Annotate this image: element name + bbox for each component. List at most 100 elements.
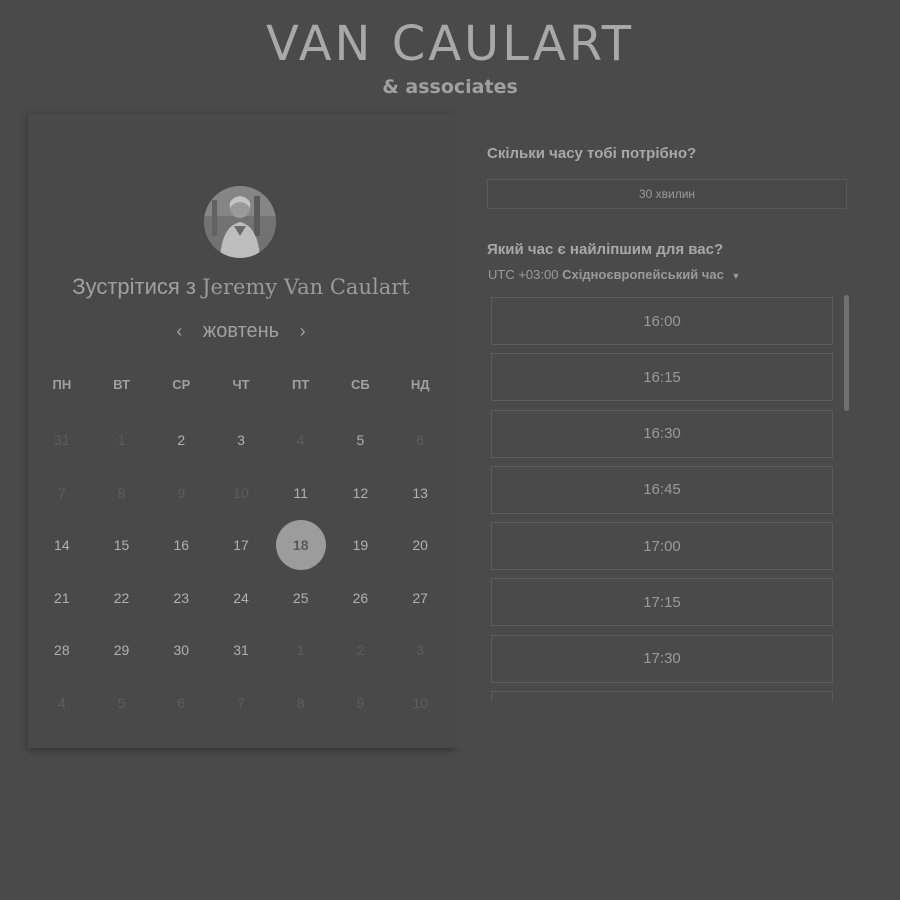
calendar-day-number: 9 <box>177 484 186 501</box>
calendar-day-selected[interactable]: 18 <box>271 519 331 572</box>
weekday-label: НД <box>410 377 430 392</box>
calendar-day[interactable]: 21 <box>32 572 92 625</box>
calendar-day[interactable]: 17 <box>211 519 271 572</box>
calendar-day: 9 <box>151 467 211 520</box>
calendar-day-number: 5 <box>117 694 126 711</box>
avatar <box>204 186 276 258</box>
month-navigation: ‹ жовтень › <box>28 320 454 343</box>
meeting-prefix: Зустрітися з <box>72 274 197 299</box>
calendar-day: 6 <box>151 677 211 730</box>
time-slot-button[interactable]: 16:45 <box>491 465 833 514</box>
caret-down-icon: ▼ <box>731 271 741 281</box>
calendar-day-number: 6 <box>416 432 425 449</box>
calendar-day[interactable]: 2 <box>151 414 211 467</box>
calendar-day-number: 1 <box>117 432 126 449</box>
calendar-day[interactable]: 13 <box>390 467 450 520</box>
weekday-header: ПН ВТ СР ЧТ ПТ СБ НД <box>32 377 450 392</box>
duration-question: Скільки часу тобі потрібно? <box>487 145 697 162</box>
time-slot-button[interactable]: 16:15 <box>491 353 833 402</box>
calendar-day-number: 30 <box>173 642 190 659</box>
calendar-day-number: 3 <box>237 432 245 449</box>
calendar-day-number: 28 <box>54 642 70 659</box>
calendar-days-grid: 31 1 2 3 4 5 6 7 8 9 10 11 12 13 14 15 16 17 18 19 20 21 22 23 2… <box>32 414 450 729</box>
weekday-label: ВТ <box>113 377 130 392</box>
timezone-name: Східноєвропейський час <box>562 267 724 282</box>
weekday-label: ЧТ <box>232 377 250 392</box>
calendar-day-number: 4 <box>57 694 66 711</box>
calendar-day[interactable]: 14 <box>32 519 92 572</box>
calendar-day: 10 <box>390 677 450 730</box>
time-slot-button[interactable]: 17:00 <box>491 522 833 571</box>
calendar-day: 31 <box>32 414 92 467</box>
calendar-day-number: 6 <box>177 694 186 711</box>
calendar-day-number: 10 <box>412 694 428 711</box>
calendar-day[interactable]: 24 <box>211 572 271 625</box>
calendar-day[interactable]: 15 <box>92 519 152 572</box>
calendar-day-number: 17 <box>233 537 249 554</box>
scrollbar[interactable] <box>844 295 849 411</box>
calendar-day-number: 8 <box>296 694 305 711</box>
weekday-label: СБ <box>351 377 370 392</box>
calendar-day-number: 8 <box>117 484 126 501</box>
calendar-day-number: 5 <box>356 432 365 449</box>
calendar-day-number: 22 <box>113 589 130 606</box>
calendar-day[interactable]: 19 <box>331 519 391 572</box>
chevron-left-icon[interactable]: ‹ <box>167 321 191 342</box>
calendar-day[interactable]: 16 <box>151 519 211 572</box>
host-name: Jeremy Van Caulart <box>202 275 410 299</box>
weekday-label: ПТ <box>292 377 310 392</box>
timezone-select[interactable]: UTC +03:00 Східноєвропейський час ▼ <box>488 267 740 282</box>
calendar-day[interactable]: 26 <box>331 572 391 625</box>
calendar-day[interactable]: 22 <box>92 572 152 625</box>
time-slot-list: 16:00 16:15 16:30 16:45 17:00 17:15 17:30 17:45 <box>491 297 835 701</box>
time-question: Який час є найліпшим для вас? <box>487 241 724 258</box>
weekday-label: ПН <box>52 377 72 392</box>
calendar-day-number: 23 <box>173 589 190 606</box>
calendar-day[interactable]: 5 <box>331 414 391 467</box>
calendar-day-number: 1 <box>296 642 305 659</box>
calendar-day-number: 16 <box>173 537 190 554</box>
calendar-day-number: 10 <box>233 484 249 501</box>
calendar-day[interactable]: 12 <box>331 467 391 520</box>
calendar-day-number: 9 <box>356 694 365 711</box>
calendar-day[interactable]: 27 <box>390 572 450 625</box>
avatar-image <box>204 186 276 258</box>
time-slot-button[interactable]: 17:30 <box>491 634 833 683</box>
month-label: жовтень <box>202 320 280 342</box>
duration-select[interactable]: 30 хвилин <box>487 179 847 209</box>
calendar-day: 7 <box>32 467 92 520</box>
chevron-right-icon[interactable]: › <box>291 321 315 342</box>
calendar-day: 8 <box>271 677 331 730</box>
calendar-day[interactable]: 28 <box>32 624 92 677</box>
calendar-day-number: 21 <box>54 589 70 606</box>
calendar-day: 1 <box>92 414 152 467</box>
calendar-day-number: 31 <box>54 432 70 449</box>
calendar-day-number: 2 <box>177 432 186 449</box>
calendar-day[interactable]: 20 <box>390 519 450 572</box>
timezone-offset: UTC +03:00 <box>488 267 559 282</box>
calendar-day-number: 29 <box>113 642 130 659</box>
calendar-day[interactable]: 30 <box>151 624 211 677</box>
time-slot-button[interactable]: 16:00 <box>491 297 833 345</box>
calendar-day[interactable]: 3 <box>211 414 271 467</box>
calendar-day: 3 <box>390 624 450 677</box>
calendar-day[interactable]: 25 <box>271 572 331 625</box>
calendar-day-number: 20 <box>412 537 428 554</box>
brand-title: VAN CAULART <box>265 16 635 72</box>
time-slot-button[interactable]: 17:15 <box>491 578 833 627</box>
calendar-day[interactable]: 11 <box>271 467 331 520</box>
calendar-day: 9 <box>331 677 391 730</box>
calendar-day-number: 3 <box>416 642 425 659</box>
calendar-day[interactable]: 31 <box>211 624 271 677</box>
calendar-day-number: 13 <box>412 484 428 501</box>
calendar-day[interactable]: 23 <box>151 572 211 625</box>
calendar-day-number: 12 <box>352 484 369 501</box>
brand-subtitle: & associates <box>382 76 518 98</box>
booking-panel: Скільки часу тобі потрібно? 30 хвилин Як… <box>454 114 882 748</box>
time-slot-button[interactable]: 16:30 <box>491 409 833 458</box>
calendar-day-number: 18 <box>275 520 326 571</box>
calendar-day[interactable]: 29 <box>92 624 152 677</box>
time-slot-button[interactable]: 17:45 <box>491 691 833 701</box>
brand-header: VAN CAULART & associates <box>0 14 900 98</box>
calendar-day: 4 <box>32 677 92 730</box>
